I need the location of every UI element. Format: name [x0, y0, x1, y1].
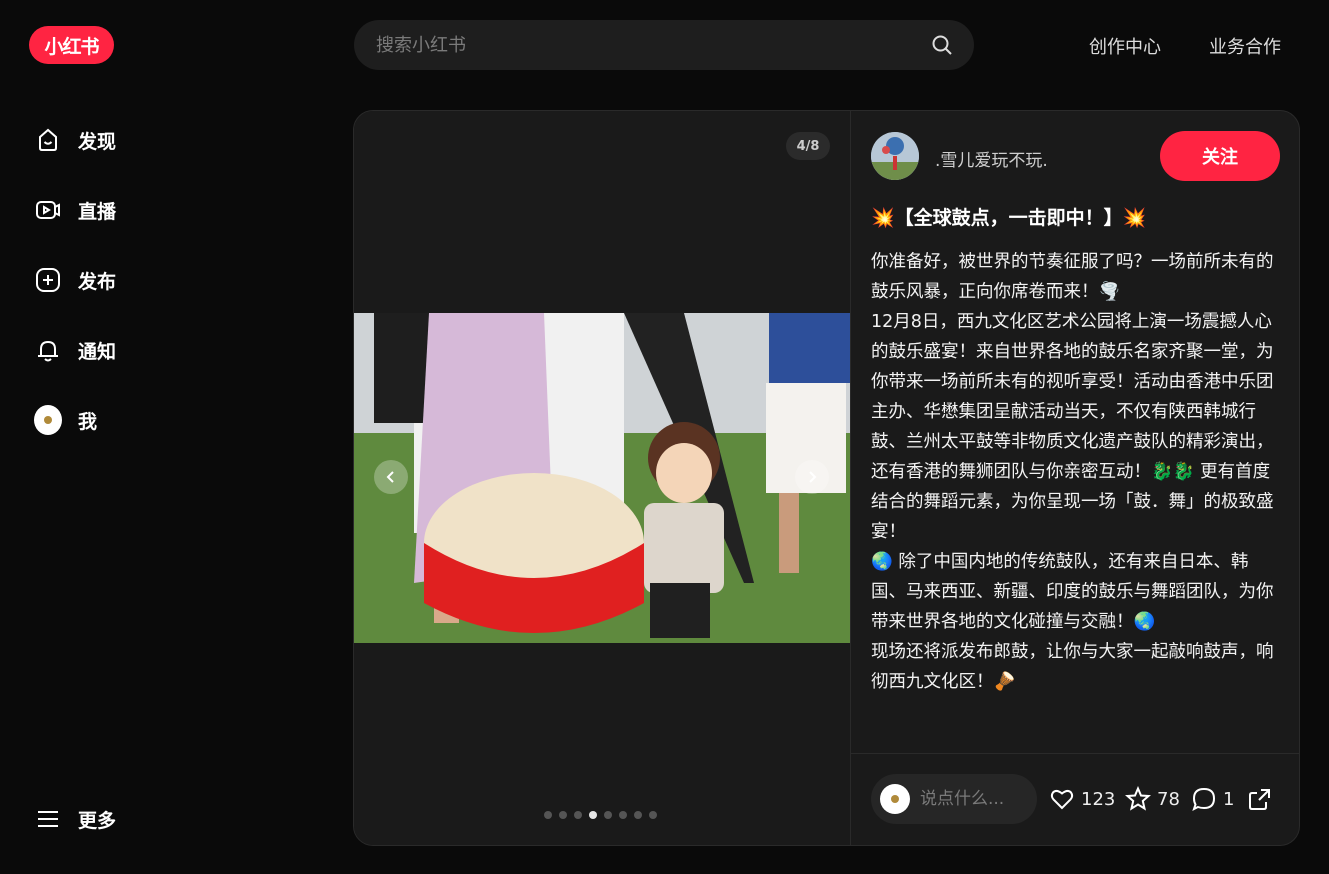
- comment-count: 1: [1223, 788, 1235, 810]
- share-icon: [1249, 789, 1270, 810]
- discover-icon: [34, 126, 62, 154]
- sidebar-item-label: 发布: [78, 270, 117, 293]
- chevron-left-icon: [386, 471, 394, 483]
- business-cooperation-link[interactable]: 业务合作: [1209, 33, 1281, 59]
- publish-plus-icon: [34, 266, 62, 294]
- bell-icon: [34, 336, 62, 364]
- pagination-dot[interactable]: [619, 811, 627, 819]
- search-bar[interactable]: [354, 20, 974, 70]
- star-icon: [1125, 786, 1151, 811]
- xiaohongshu-logo[interactable]: 小红书: [29, 26, 114, 64]
- avatar: [34, 405, 62, 435]
- note-title: 💥【全球鼓点，一击即中！】💥: [871, 207, 1147, 229]
- author-name[interactable]: .雪儿爱玩不玩.: [935, 146, 1048, 171]
- author-avatar[interactable]: [871, 132, 919, 180]
- prev-image-button[interactable]: [374, 460, 408, 494]
- comment-button[interactable]: 1: [1191, 786, 1234, 812]
- pagination-dot[interactable]: [634, 811, 642, 819]
- pagination-dot[interactable]: [559, 811, 567, 819]
- engagement-bar: 123 78 1: [851, 753, 1299, 845]
- image-counter: 4/8: [786, 132, 830, 160]
- pagination-dot[interactable]: [544, 811, 552, 819]
- like-count: 123: [1081, 788, 1116, 810]
- pagination-dot[interactable]: [604, 811, 612, 819]
- sidebar-item-discover[interactable]: 发现: [34, 120, 116, 160]
- note-detail-card: 4/8 .雪儿爱玩不玩. 关注 💥【全球鼓点，一击即中！】💥 你准备好，被世界的…: [353, 110, 1300, 846]
- avatar: [880, 784, 910, 814]
- sidebar-item-publish[interactable]: 发布: [34, 260, 116, 300]
- pagination-dot[interactable]: [574, 811, 582, 819]
- like-button[interactable]: 123: [1049, 786, 1115, 812]
- pagination-dot[interactable]: [649, 811, 657, 819]
- image-carousel[interactable]: 4/8: [354, 111, 850, 845]
- post-image[interactable]: [354, 313, 850, 643]
- comment-icon: [1192, 787, 1216, 811]
- sidebar-more[interactable]: 更多: [34, 799, 116, 839]
- note-content[interactable]: 💥【全球鼓点，一击即中！】💥 你准备好，被世界的节奏征服了吗？一场前所未有的鼓乐…: [871, 203, 1281, 753]
- sidebar-item-label: 通知: [78, 340, 117, 363]
- pagination-dot[interactable]: [589, 811, 597, 819]
- chevron-right-icon: [809, 471, 817, 483]
- sidebar-item-live[interactable]: 直播: [34, 190, 116, 230]
- sidebar-item-notifications[interactable]: 通知: [34, 330, 116, 370]
- image-pagination-dots[interactable]: [544, 811, 657, 819]
- sidebar-item-label: 直播: [78, 200, 117, 223]
- follow-button[interactable]: 关注: [1160, 131, 1280, 181]
- live-icon: [34, 196, 62, 224]
- sidebar-item-label: 我: [78, 410, 98, 433]
- next-image-button[interactable]: [795, 460, 829, 494]
- sidebar-item-me[interactable]: 我: [34, 400, 97, 440]
- heart-icon: [1050, 790, 1074, 810]
- search-input[interactable]: [374, 33, 930, 57]
- collect-button[interactable]: 78: [1125, 786, 1180, 812]
- sidebar-item-label: 发现: [78, 130, 117, 153]
- share-button[interactable]: [1247, 786, 1273, 812]
- collect-count: 78: [1157, 788, 1180, 810]
- sidebar-more-label: 更多: [78, 809, 117, 832]
- search-icon[interactable]: [930, 33, 954, 57]
- comment-box[interactable]: [871, 774, 1037, 824]
- creator-center-link[interactable]: 创作中心: [1089, 33, 1161, 59]
- note-side-panel: .雪儿爱玩不玩. 关注 💥【全球鼓点，一击即中！】💥 你准备好，被世界的节奏征服…: [850, 111, 1299, 845]
- comment-input[interactable]: [918, 788, 1032, 810]
- menu-icon: [34, 805, 62, 833]
- note-description: 你准备好，被世界的节奏征服了吗？一场前所未有的鼓乐风暴，正向你席卷而来！🌪️ 1…: [871, 252, 1274, 692]
